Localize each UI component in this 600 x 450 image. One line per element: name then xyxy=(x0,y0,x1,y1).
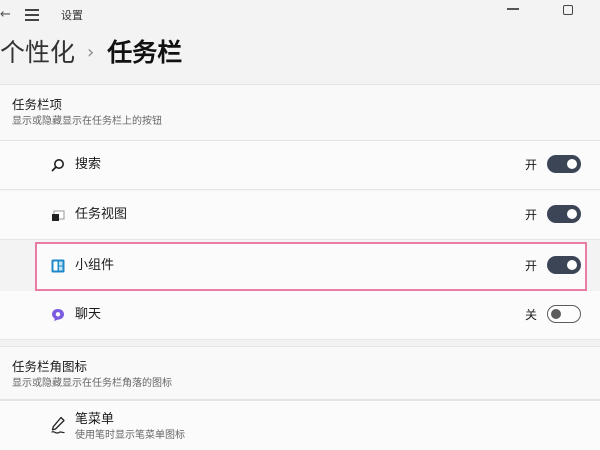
search-toggle[interactable] xyxy=(547,155,581,173)
widgets-icon xyxy=(51,259,65,273)
breadcrumb-separator-icon: › xyxy=(87,42,95,63)
section-title: 任务栏角图标 xyxy=(12,359,88,374)
widgets-toggle[interactable] xyxy=(547,256,581,274)
window-controls xyxy=(490,0,600,34)
title-bar: ← 设置 xyxy=(0,0,600,34)
setting-label: 小组件 xyxy=(75,258,115,273)
task-view-icon xyxy=(52,210,65,221)
back-arrow-icon[interactable]: ← xyxy=(0,6,12,24)
section-title: 任务栏项 xyxy=(12,97,63,112)
section-subtitle: 显示或隐藏显示在任务栏上的按钮 xyxy=(12,116,162,127)
chat-toggle[interactable] xyxy=(547,305,581,323)
task-view-toggle[interactable] xyxy=(547,205,581,223)
breadcrumb-parent-personalization[interactable]: 个性化 xyxy=(0,36,75,70)
minimize-icon[interactable] xyxy=(507,8,519,10)
toggle-state-text: 开 xyxy=(525,259,538,273)
setting-label: 任务视图 xyxy=(75,207,128,222)
section-subtitle: 显示或隐藏显示在任务栏角落的图标 xyxy=(12,378,172,389)
section-taskbar-corner-icons[interactable]: 任务栏角图标 显示或隐藏显示在任务栏角落的图标 xyxy=(0,346,600,400)
setting-label: 聊天 xyxy=(75,307,102,322)
setting-label: 搜索 xyxy=(75,157,102,172)
page-title: 任务栏 xyxy=(107,38,183,67)
toggle-state-text: 开 xyxy=(525,158,538,172)
section-taskbar-items[interactable]: 任务栏项 显示或隐藏显示在任务栏上的按钮 xyxy=(0,84,600,141)
setting-row-chat: 聊天 关 xyxy=(0,291,600,340)
hamburger-menu-icon[interactable] xyxy=(25,9,39,21)
setting-row-widgets: 小组件 开 xyxy=(35,242,587,291)
maximize-icon[interactable] xyxy=(563,5,573,15)
setting-description: 使用笔时显示笔菜单图标 xyxy=(75,430,185,441)
setting-row-pen-menu: 笔菜单 使用笔时显示笔菜单图标 xyxy=(0,400,600,450)
chat-icon xyxy=(52,309,64,321)
breadcrumb: 个性化 › 任务栏 xyxy=(0,36,182,70)
app-title: 设置 xyxy=(61,9,83,22)
pen-icon xyxy=(51,416,65,434)
setting-row-task-view: 任务视图 开 xyxy=(0,191,600,240)
toggle-state-text: 开 xyxy=(525,208,538,222)
search-icon xyxy=(51,159,64,172)
toggle-state-text: 关 xyxy=(525,308,538,322)
setting-label: 笔菜单 xyxy=(75,412,115,427)
setting-row-search: 搜索 开 xyxy=(0,141,600,190)
